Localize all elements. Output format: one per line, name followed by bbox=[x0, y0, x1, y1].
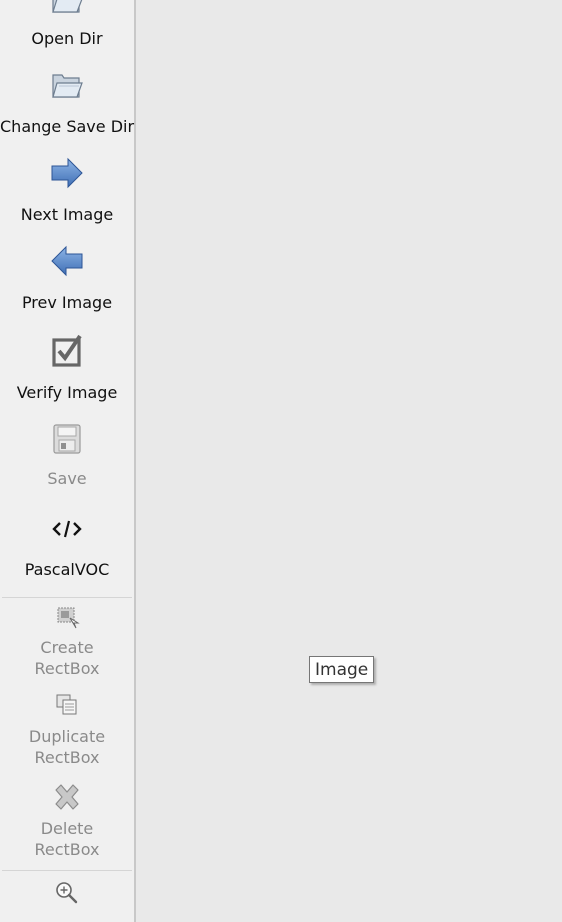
draw-rect-icon bbox=[54, 604, 80, 630]
toolbar-separator bbox=[2, 597, 132, 598]
duplicate-rectbox-label-line2: RectBox bbox=[34, 748, 100, 767]
delete-rectbox-label-line2: RectBox bbox=[34, 840, 100, 859]
format-label: PascalVOC bbox=[24, 560, 110, 579]
next-image-button[interactable]: Next Image bbox=[0, 154, 134, 228]
save-button[interactable]: Save bbox=[0, 420, 134, 494]
open-dir-button[interactable]: Open Dir bbox=[0, 0, 134, 52]
folder-open-icon bbox=[50, 0, 84, 16]
image-canvas[interactable] bbox=[137, 0, 562, 922]
duplicate-rectbox-label-line1: Duplicate bbox=[28, 727, 106, 746]
duplicate-rectbox-button[interactable]: Duplicate RectBox bbox=[0, 692, 134, 770]
verify-image-button[interactable]: Verify Image bbox=[0, 334, 134, 408]
left-toolbar: Open Dir Change Save Dir Next Image Prev… bbox=[0, 0, 136, 922]
canvas-tooltip: Image bbox=[309, 656, 375, 683]
delete-rectbox-label-line1: Delete bbox=[40, 819, 94, 838]
change-save-dir-button[interactable]: Change Save Dir bbox=[0, 66, 134, 142]
save-label: Save bbox=[47, 469, 87, 488]
zoom-in-button[interactable] bbox=[0, 876, 134, 916]
create-rectbox-label-line1: Create bbox=[40, 638, 94, 657]
next-image-label: Next Image bbox=[20, 205, 114, 224]
delete-rectbox-button[interactable]: Delete RectBox bbox=[0, 780, 134, 862]
create-rectbox-button[interactable]: Create RectBox bbox=[0, 602, 134, 682]
zoom-in-icon bbox=[54, 880, 80, 906]
arrow-left-icon bbox=[50, 244, 84, 278]
prev-image-button[interactable]: Prev Image bbox=[0, 242, 134, 316]
copy-icon bbox=[54, 692, 80, 718]
checkbox-icon bbox=[50, 334, 84, 370]
open-dir-label: Open Dir bbox=[31, 29, 103, 48]
delete-x-icon bbox=[51, 782, 83, 816]
verify-image-label: Verify Image bbox=[16, 383, 118, 402]
change-save-dir-label: Change Save Dir bbox=[0, 117, 135, 136]
floppy-disk-icon bbox=[50, 422, 84, 456]
prev-image-label: Prev Image bbox=[21, 293, 113, 312]
format-pascalvoc-button[interactable]: PascalVOC bbox=[0, 510, 134, 584]
toolbar-separator bbox=[2, 870, 132, 871]
code-tag-icon bbox=[50, 514, 84, 544]
folder-open-icon bbox=[50, 68, 84, 102]
create-rectbox-label-line2: RectBox bbox=[34, 659, 100, 678]
arrow-right-icon bbox=[50, 156, 84, 190]
